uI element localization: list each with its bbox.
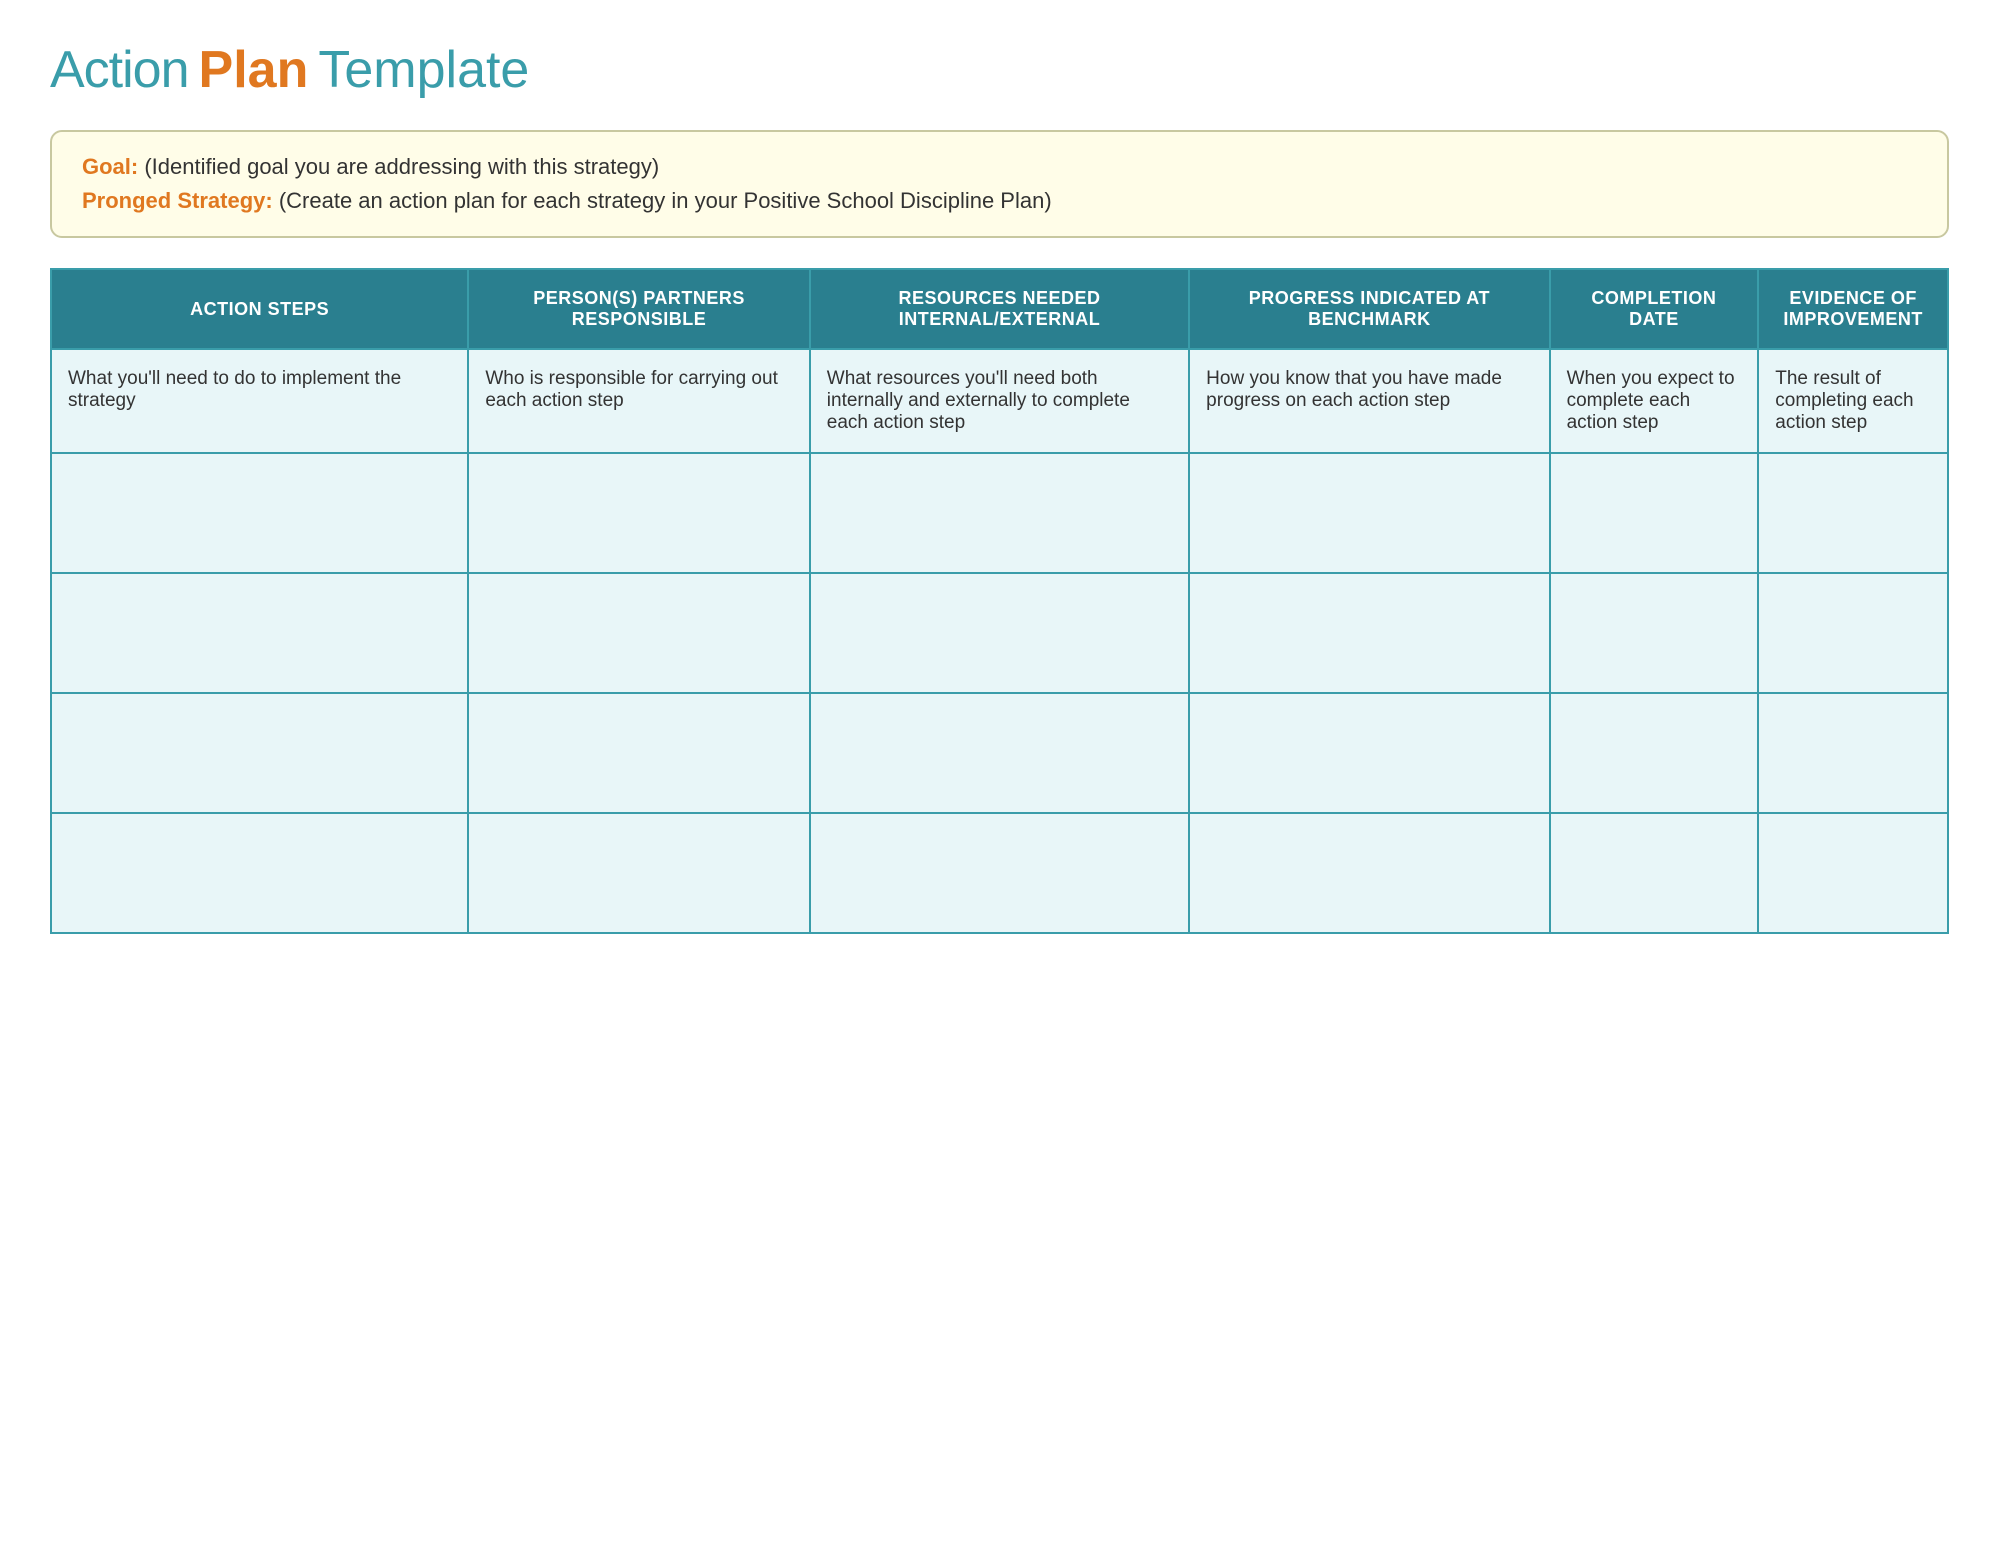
table-row <box>51 813 1948 933</box>
cell-resources-3[interactable] <box>810 693 1189 813</box>
cell-action-steps-4[interactable] <box>51 813 468 933</box>
table-row-description: What you'll need to do to implement the … <box>51 349 1948 453</box>
header-resources-needed: RESOURCES NEEDED INTERNAL/EXTERNAL <box>810 269 1189 349</box>
cell-persons-1[interactable] <box>468 453 809 573</box>
cell-evidence-desc: The result of completing each action ste… <box>1758 349 1948 453</box>
cell-resources-2[interactable] <box>810 573 1189 693</box>
goal-label: Goal: <box>82 154 138 179</box>
cell-completion-4[interactable] <box>1550 813 1759 933</box>
cell-action-steps-3[interactable] <box>51 693 468 813</box>
goal-box: Goal: (Identified goal you are addressin… <box>50 130 1949 238</box>
table-row <box>51 573 1948 693</box>
page-title: Action Plan Template <box>50 40 1949 100</box>
cell-resources-desc: What resources you'll need both internal… <box>810 349 1189 453</box>
cell-resources-1[interactable] <box>810 453 1189 573</box>
cell-completion-3[interactable] <box>1550 693 1759 813</box>
cell-action-steps-2[interactable] <box>51 573 468 693</box>
cell-persons-4[interactable] <box>468 813 809 933</box>
cell-completion-2[interactable] <box>1550 573 1759 693</box>
pronged-line: Pronged Strategy: (Create an action plan… <box>82 188 1917 214</box>
cell-evidence-3[interactable] <box>1758 693 1948 813</box>
cell-evidence-2[interactable] <box>1758 573 1948 693</box>
cell-evidence-1[interactable] <box>1758 453 1948 573</box>
cell-completion-1[interactable] <box>1550 453 1759 573</box>
goal-text: (Identified goal you are addressing with… <box>144 154 659 179</box>
cell-action-steps-1[interactable] <box>51 453 468 573</box>
table-header-row: ACTION STEPS PERSON(S) PARTNERS RESPONSI… <box>51 269 1948 349</box>
title-action-word: Action <box>50 40 189 100</box>
table-row <box>51 453 1948 573</box>
pronged-text: (Create an action plan for each strategy… <box>279 188 1052 213</box>
cell-progress-4[interactable] <box>1189 813 1549 933</box>
header-persons-responsible: PERSON(S) PARTNERS RESPONSIBLE <box>468 269 809 349</box>
cell-completion-desc: When you expect to complete each action … <box>1550 349 1759 453</box>
pronged-label: Pronged Strategy: <box>82 188 273 213</box>
header-evidence-improvement: EVIDENCE OF IMPROVEMENT <box>1758 269 1948 349</box>
cell-progress-2[interactable] <box>1189 573 1549 693</box>
cell-progress-1[interactable] <box>1189 453 1549 573</box>
cell-persons-3[interactable] <box>468 693 809 813</box>
title-template-word: Template <box>318 40 529 100</box>
cell-progress-desc: How you know that you have made progress… <box>1189 349 1549 453</box>
action-plan-table: ACTION STEPS PERSON(S) PARTNERS RESPONSI… <box>50 268 1949 934</box>
cell-resources-4[interactable] <box>810 813 1189 933</box>
goal-line: Goal: (Identified goal you are addressin… <box>82 154 1917 180</box>
cell-action-steps-desc: What you'll need to do to implement the … <box>51 349 468 453</box>
cell-persons-desc: Who is responsible for carrying out each… <box>468 349 809 453</box>
header-progress-benchmark: PROGRESS INDICATED AT BENCHMARK <box>1189 269 1549 349</box>
title-plan-word: Plan <box>199 40 309 100</box>
table-row <box>51 693 1948 813</box>
header-completion-date: COMPLETION DATE <box>1550 269 1759 349</box>
header-action-steps: ACTION STEPS <box>51 269 468 349</box>
cell-evidence-4[interactable] <box>1758 813 1948 933</box>
cell-persons-2[interactable] <box>468 573 809 693</box>
cell-progress-3[interactable] <box>1189 693 1549 813</box>
